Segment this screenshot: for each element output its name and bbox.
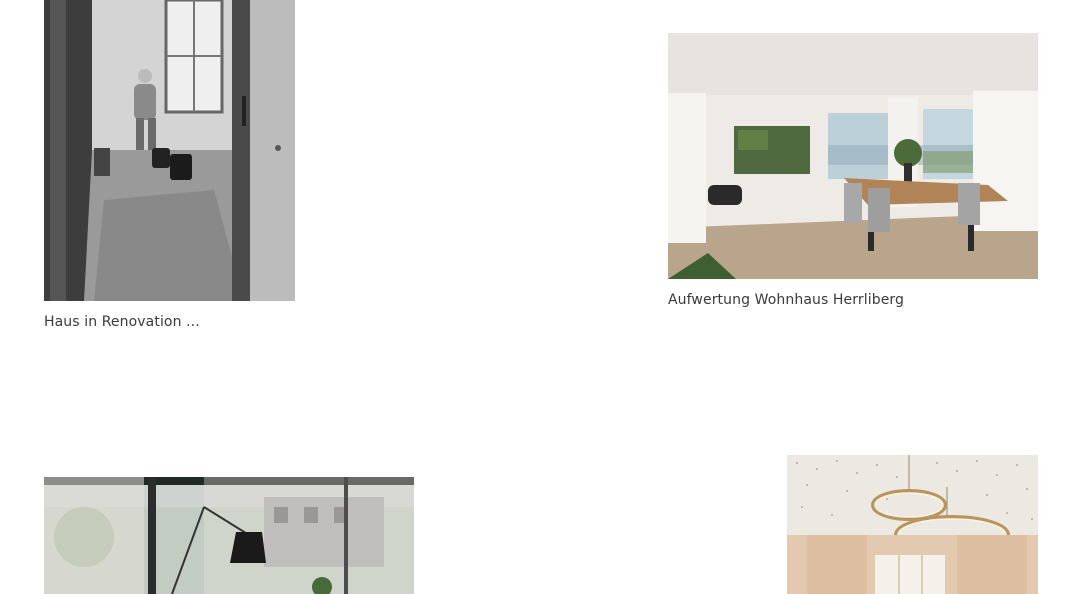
project-caption-herrliberg[interactable]: Aufwertung Wohnhaus Herrliberg (668, 292, 904, 308)
project-caption-renovation[interactable]: Haus in Renovation ... (44, 314, 200, 330)
project-image-ring-lights[interactable] (787, 455, 1038, 594)
project-image-renovation[interactable] (44, 0, 295, 301)
project-image-living-lamp[interactable] (44, 477, 414, 594)
project-image-herrliberg[interactable] (668, 33, 1038, 279)
